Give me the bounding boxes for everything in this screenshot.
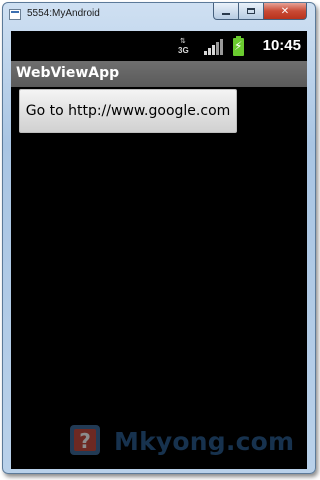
window-title: 5554:MyAndroid — [27, 8, 100, 19]
data-arrows-icon: ⇅ — [180, 37, 186, 45]
go-to-google-button[interactable]: Go to http://www.google.com — [19, 89, 237, 133]
status-bar[interactable]: ⇅ 3G ⚡ 10:45 — [11, 31, 307, 61]
signal-strength-icon — [204, 39, 223, 55]
close-icon: ✕ — [280, 5, 290, 17]
watermark-text: Mkyong.com — [114, 426, 295, 456]
mkyong-logo-icon: ? — [68, 423, 104, 459]
mkyong-watermark: ? Mkyong.com — [68, 422, 294, 460]
network-3g-icon: ⇅ 3G — [178, 38, 192, 56]
maximize-icon — [247, 8, 255, 14]
svg-text:?: ? — [79, 429, 91, 453]
window-titlebar[interactable]: 5554:MyAndroid ✕ — [3, 3, 315, 27]
minimize-icon — [222, 12, 230, 15]
device-screen: ⇅ 3G ⚡ 10:45 WebViewApp Go to http://www… — [11, 31, 307, 469]
emulator-window: 5554:MyAndroid ✕ ⇅ 3G ⚡ 10:45 WebViewApp… — [2, 2, 316, 474]
battery-charging-icon: ⚡ — [233, 36, 244, 56]
app-window-icon — [9, 9, 21, 20]
charging-bolt-icon: ⚡ — [234, 39, 243, 53]
minimize-button[interactable] — [213, 3, 239, 20]
maximize-button[interactable] — [239, 3, 264, 20]
app-title: WebViewApp — [16, 65, 120, 81]
window-controls: ✕ — [213, 3, 307, 20]
app-title-bar: WebViewApp — [11, 61, 307, 87]
close-button[interactable]: ✕ — [264, 3, 307, 20]
network-type-label: 3G — [178, 46, 189, 55]
status-clock: 10:45 — [262, 37, 301, 54]
